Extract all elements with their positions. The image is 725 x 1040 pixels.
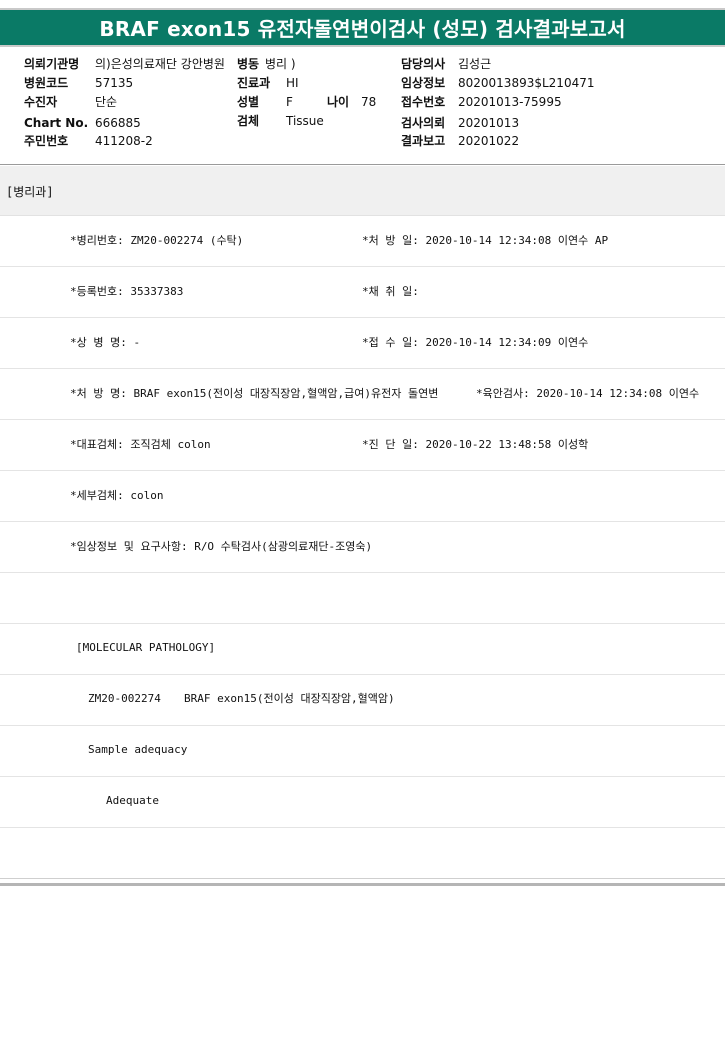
diagnosis-name: *상 병 명: - <box>70 336 141 349</box>
clinical-info-value: 8020013893$L210471 <box>458 76 595 90</box>
report-date-label: 결과보고 <box>401 134 446 148</box>
bottom-border <box>0 883 725 886</box>
doctor-label: 담당의사 <box>401 57 446 71</box>
detailed-specimen: *세부검체: colon <box>70 489 164 502</box>
specimen-label: 검체 <box>237 114 260 128</box>
result-row: *임상정보 및 요구사항: R/O 수탁검사(삼광의료재단-조영숙) <box>0 522 725 573</box>
ward-value: 병리 ) <box>265 57 296 71</box>
bottom-divider <box>0 878 725 879</box>
representative-specimen: *대표검체: 조직검체 colon <box>70 438 211 451</box>
section-title: [병리과] <box>6 185 54 199</box>
gross-exam-date: *육안검사: 2020-10-14 12:34:08 이연수 <box>476 387 700 400</box>
molecular-pathology-heading: [MOLECULAR PATHOLOGY] <box>76 641 216 654</box>
ward-label: 병동 <box>237 57 260 71</box>
diagnosis-date: *진 단 일: 2020-10-22 13:48:58 이성학 <box>362 438 589 451</box>
result-row <box>0 573 725 624</box>
collection-date: *채 취 일: <box>362 285 419 298</box>
report-date-value: 20201022 <box>458 134 520 148</box>
sex-value: F <box>286 95 293 109</box>
pathology-number: *병리번호: ZM20-002274 (수탁) <box>70 234 244 247</box>
specimen-value: Tissue <box>286 114 324 128</box>
doctor-value: 김성근 <box>458 57 492 71</box>
institution-value: 의)은성의료재단 강안병원 <box>95 57 225 71</box>
age-label: 나이 <box>327 95 350 109</box>
sex-label: 성별 <box>237 95 260 109</box>
result-row: *등록번호: 35337383 *채 취 일: <box>0 267 725 318</box>
registration-number: *등록번호: 35337383 <box>70 285 184 298</box>
report-title-bar: BRAF exon15 유전자돌연변이검사 (성모) 검사결과보고서 <box>0 8 725 47</box>
age-value: 78 <box>361 95 377 109</box>
sample-adequacy-label: Sample adequacy <box>88 743 188 756</box>
result-row: *세부검체: colon <box>0 471 725 522</box>
section-header: [병리과] <box>0 166 725 216</box>
request-date-label: 검사의뢰 <box>401 116 446 130</box>
patient-label: 수진자 <box>24 95 58 109</box>
report-title: BRAF exon15 유전자돌연변이검사 (성모) 검사결과보고서 <box>99 17 626 41</box>
clinical-info-label: 임상정보 <box>401 76 446 90</box>
hospital-code-label: 병원코드 <box>24 76 69 90</box>
prescription-name: *처 방 명: BRAF exon15(전이성 대장직장암,혈액암,급여)유전자… <box>70 387 439 400</box>
result-row: *대표검체: 조직검체 colon *진 단 일: 2020-10-22 13:… <box>0 420 725 471</box>
chart-no-value: 666885 <box>95 116 141 130</box>
hospital-code-value: 57135 <box>95 76 134 90</box>
header-divider <box>0 164 725 165</box>
clinical-requests: *임상정보 및 요구사항: R/O 수탁검사(삼광의료재단-조영숙) <box>70 540 373 553</box>
institution-label: 의뢰기관명 <box>24 57 80 71</box>
result-row: [MOLECULAR PATHOLOGY] <box>0 624 725 675</box>
sample-adequacy-value: Adequate <box>106 794 159 807</box>
receipt-no-label: 접수번호 <box>401 95 446 109</box>
result-row: Adequate <box>0 777 725 828</box>
resident-id-label: 주민번호 <box>24 134 69 148</box>
result-row: *병리번호: ZM20-002274 (수탁) *처 방 일: 2020-10-… <box>0 216 725 267</box>
receipt-no-value: 20201013-75995 <box>458 95 562 109</box>
dept-value: HI <box>286 76 299 90</box>
result-row: *처 방 명: BRAF exon15(전이성 대장직장암,혈액암,급여)유전자… <box>0 369 725 420</box>
prescription-date: *처 방 일: 2020-10-14 12:34:08 이연수 AP <box>362 234 609 247</box>
test-code: ZM20-002274 <box>88 692 161 705</box>
result-row: Sample adequacy <box>0 726 725 777</box>
resident-id-value: 411208-2 <box>95 134 153 148</box>
patient-value: 단순 <box>95 95 118 109</box>
request-date-value: 20201013 <box>458 116 520 130</box>
receipt-date: *접 수 일: 2020-10-14 12:34:09 이연수 <box>362 336 589 349</box>
dept-label: 진료과 <box>237 76 271 90</box>
result-row: ZM20-002274 BRAF exon15(전이성 대장직장암,혈액암) <box>0 675 725 726</box>
test-name: BRAF exon15(전이성 대장직장암,혈액암) <box>184 692 395 705</box>
chart-no-label: Chart No. <box>24 116 89 130</box>
result-row: *상 병 명: - *접 수 일: 2020-10-14 12:34:09 이연… <box>0 318 725 369</box>
